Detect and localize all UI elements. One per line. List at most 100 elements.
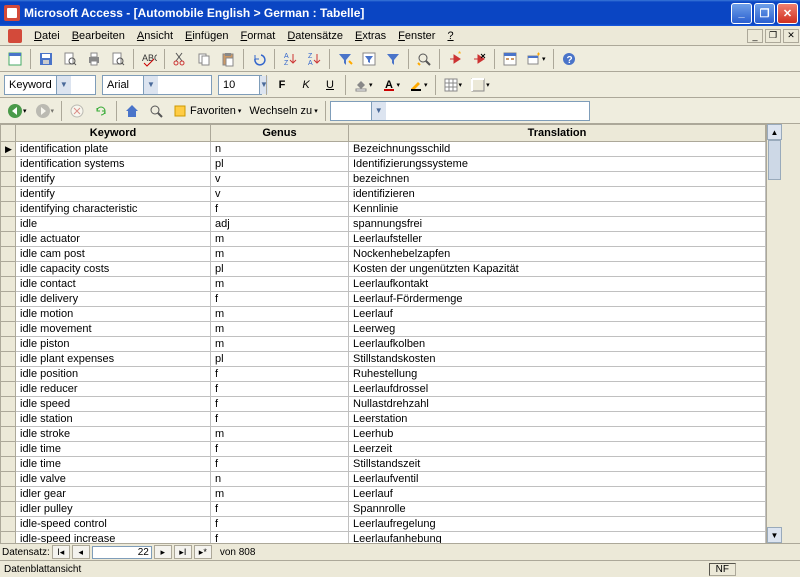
cell[interactable]: idle piston [16,337,211,352]
minimize-button[interactable]: _ [731,3,752,24]
table-row[interactable]: idle-speed controlfLeerlaufregelung [1,517,766,532]
table-row[interactable]: identifying characteristicfKennlinie [1,202,766,217]
cell[interactable]: f [211,412,349,427]
cell[interactable]: f [211,457,349,472]
data-table[interactable]: Keyword Genus Translation ▶identificatio… [0,124,766,543]
cell[interactable]: f [211,382,349,397]
scroll-down-button[interactable]: ▼ [767,527,782,543]
cell[interactable]: idle position [16,367,211,382]
cell[interactable]: m [211,427,349,442]
cell[interactable]: Stillstandskosten [349,352,766,367]
cell[interactable]: idle contact [16,277,211,292]
cell[interactable]: m [211,337,349,352]
cell[interactable]: idle capacity costs [16,262,211,277]
search-web-button[interactable] [145,100,167,122]
cell[interactable]: Leerlaufventil [349,472,766,487]
help-button[interactable]: ? [558,48,580,70]
last-record-button[interactable]: ▸I [174,545,192,559]
first-record-button[interactable]: I◂ [52,545,70,559]
table-row[interactable]: idle speedfNullastdrehzahl [1,397,766,412]
paste-button[interactable] [217,48,239,70]
row-selector[interactable] [1,322,16,337]
menu-item-datei[interactable]: Datei [28,28,66,44]
row-selector[interactable] [1,262,16,277]
favorites-button[interactable]: Favoriten▾ [169,100,244,122]
cell[interactable]: m [211,232,349,247]
row-selector[interactable] [1,382,16,397]
cell[interactable]: idler gear [16,487,211,502]
table-row[interactable]: idler pulleyfSpannrolle [1,502,766,517]
record-number-input[interactable] [92,546,152,559]
menu-item-?[interactable]: ? [441,28,459,44]
cell[interactable]: idle speed [16,397,211,412]
special-effect-button[interactable]: ▾ [467,74,493,96]
table-row[interactable]: idle cam postmNockenhebelzapfen [1,247,766,262]
next-record-button[interactable]: ▸ [154,545,172,559]
row-selector[interactable] [1,397,16,412]
cell[interactable]: Leerlaufsteller [349,232,766,247]
chevron-down-icon[interactable]: ▼ [371,102,386,120]
cell[interactable]: Kennlinie [349,202,766,217]
cell[interactable]: Leerweg [349,322,766,337]
row-selector[interactable] [1,487,16,502]
new-object-button[interactable]: ▾ [523,48,549,70]
menu-item-format[interactable]: Format [234,28,281,44]
cell[interactable]: n [211,472,349,487]
cell[interactable]: adj [211,217,349,232]
cell[interactable]: Leerlaufdrossel [349,382,766,397]
italic-button[interactable]: K [295,74,317,96]
cell[interactable]: idle actuator [16,232,211,247]
cell[interactable]: m [211,322,349,337]
cell[interactable]: identification systems [16,157,211,172]
cell[interactable]: Leerzeit [349,442,766,457]
cell[interactable]: f [211,367,349,382]
cell[interactable]: idle time [16,442,211,457]
cell[interactable]: idle plant expenses [16,352,211,367]
cell[interactable]: Bezeichnungsschild [349,142,766,157]
cell[interactable]: idle [16,217,211,232]
row-selector[interactable] [1,307,16,322]
row-selector[interactable] [1,232,16,247]
table-row[interactable]: idle plant expensesplStillstandskosten [1,352,766,367]
row-selector[interactable] [1,187,16,202]
table-row[interactable]: ▶identification platenBezeichnungsschild [1,142,766,157]
gridlines-button[interactable]: ▾ [440,74,466,96]
cell[interactable]: identify [16,187,211,202]
cell[interactable]: Leerlaufanhebung [349,532,766,544]
filter-toggle-button[interactable] [382,48,404,70]
cell[interactable]: Nullastdrehzahl [349,397,766,412]
row-selector[interactable] [1,292,16,307]
cell[interactable]: idle movement [16,322,211,337]
table-row[interactable]: idleadjspannungsfrei [1,217,766,232]
cell[interactable]: f [211,502,349,517]
cell[interactable]: Leerhub [349,427,766,442]
cell[interactable]: pl [211,262,349,277]
table-row[interactable]: idle capacity costsplKosten der ungenütz… [1,262,766,277]
row-selector[interactable] [1,442,16,457]
address-combo[interactable]: ▼ [330,101,590,121]
spell-check-button[interactable]: ABC [138,48,160,70]
cell[interactable]: idle time [16,457,211,472]
cell[interactable]: f [211,397,349,412]
forward-button[interactable]: ▾ [32,100,58,122]
row-selector[interactable] [1,352,16,367]
print-button[interactable] [83,48,105,70]
cell[interactable]: n [211,142,349,157]
cell[interactable]: m [211,307,349,322]
menu-item-datensätze[interactable]: Datensätze [281,28,349,44]
underline-button[interactable]: U [319,74,341,96]
row-selector[interactable] [1,532,16,544]
cell[interactable]: identify [16,172,211,187]
cell[interactable]: Nockenhebelzapfen [349,247,766,262]
cell[interactable]: Leerlaufregelung [349,517,766,532]
cell[interactable]: Leerlauf [349,487,766,502]
table-row[interactable]: idle motionmLeerlauf [1,307,766,322]
table-row[interactable]: idle timefLeerzeit [1,442,766,457]
row-selector[interactable] [1,172,16,187]
cell[interactable]: identifying characteristic [16,202,211,217]
filter-form-button[interactable] [358,48,380,70]
cell[interactable]: idle motion [16,307,211,322]
view-button[interactable] [4,48,26,70]
bold-button[interactable]: F [271,74,293,96]
undo-button[interactable] [248,48,270,70]
